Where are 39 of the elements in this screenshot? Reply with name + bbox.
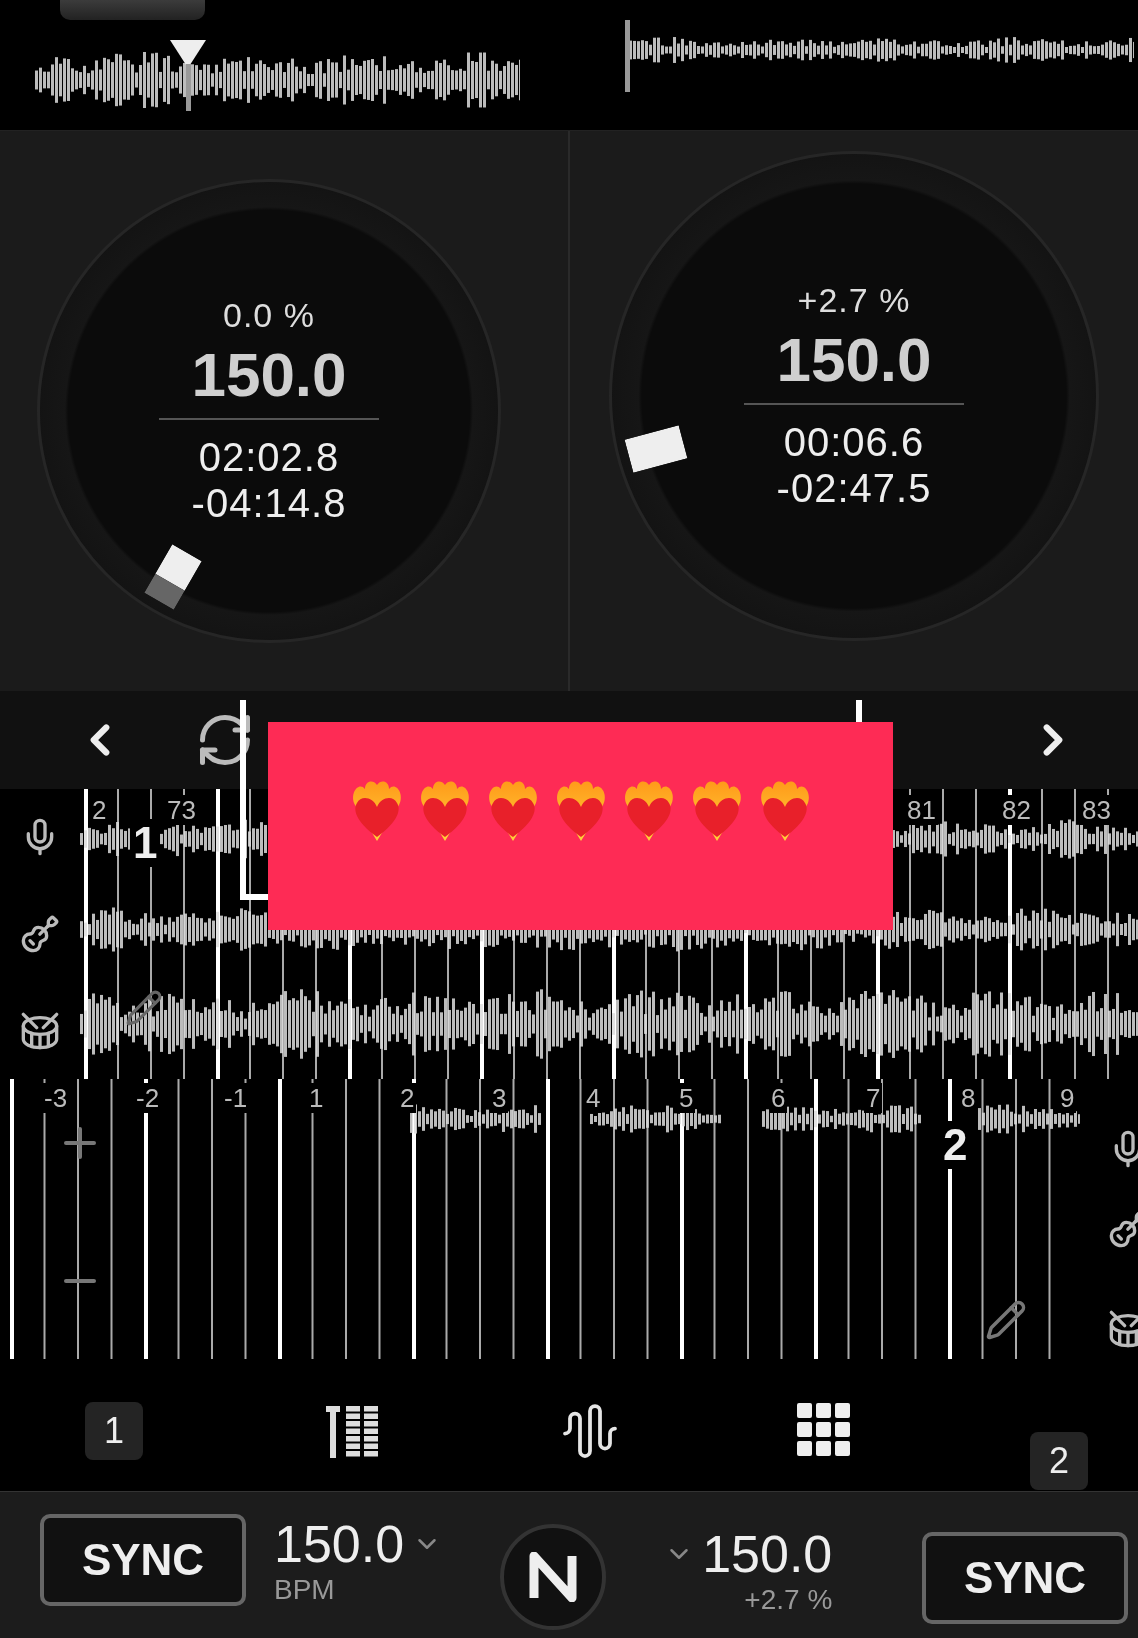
bar-number: 5 [677, 1083, 696, 1113]
remaining-time: -02:47.5 [776, 465, 932, 511]
sync-button[interactable]: SYNC [40, 1514, 246, 1606]
position-marker [144, 544, 202, 610]
bpm-value: 150.0 [191, 339, 347, 410]
deck-tab[interactable]: 2 [1030, 1432, 1088, 1490]
bar-number: 1 [307, 1083, 326, 1113]
deck-tab[interactable]: 1 [85, 1402, 143, 1460]
bar-number: -1 [222, 1083, 250, 1113]
sync-button[interactable]: SYNC [922, 1532, 1128, 1624]
n-logo-icon [528, 1552, 579, 1602]
pads-grid-icon[interactable] [796, 1403, 853, 1459]
bar-number: 73 [165, 795, 198, 825]
bar-number: 83 [1080, 795, 1113, 825]
elapsed-time: 02:02.8 [198, 434, 340, 480]
platter[interactable]: 0.0 % 150.0 02:02.8 -04:14.8 [37, 179, 501, 643]
bpm-value: 150.0 [274, 1514, 405, 1574]
cue-marker: 1 [130, 819, 161, 867]
pitch-percent: +2.7 % [744, 1584, 833, 1616]
bpm-value: 150.0 [702, 1524, 833, 1584]
elapsed-time: 00:06.6 [783, 419, 925, 465]
bpm-value: 150.0 [776, 324, 932, 395]
pencil-icon[interactable] [985, 1299, 1027, 1341]
pencil-icon[interactable] [125, 989, 163, 1027]
drums-icon[interactable] [20, 1010, 60, 1051]
bar-number: 2 [398, 1083, 417, 1113]
bpm-label: BPM [274, 1574, 335, 1606]
playhead-marker [625, 20, 631, 92]
pitch-percent: 0.0 % [223, 296, 315, 335]
drums-icon[interactable] [1108, 1309, 1138, 1349]
bar-number: 81 [905, 795, 938, 825]
bar-number: 6 [769, 1083, 788, 1113]
instruments-icon[interactable] [20, 914, 60, 954]
remaining-time: -04:14.8 [191, 480, 347, 526]
bar-number: 82 [1000, 795, 1033, 825]
instruments-icon[interactable] [1108, 1209, 1138, 1249]
pitch-percent: +2.7 % [797, 281, 911, 320]
platter[interactable]: +2.7 % 150.0 00:06.6 -02:47.5 [609, 151, 1099, 641]
bar-number: 7 [864, 1083, 883, 1113]
